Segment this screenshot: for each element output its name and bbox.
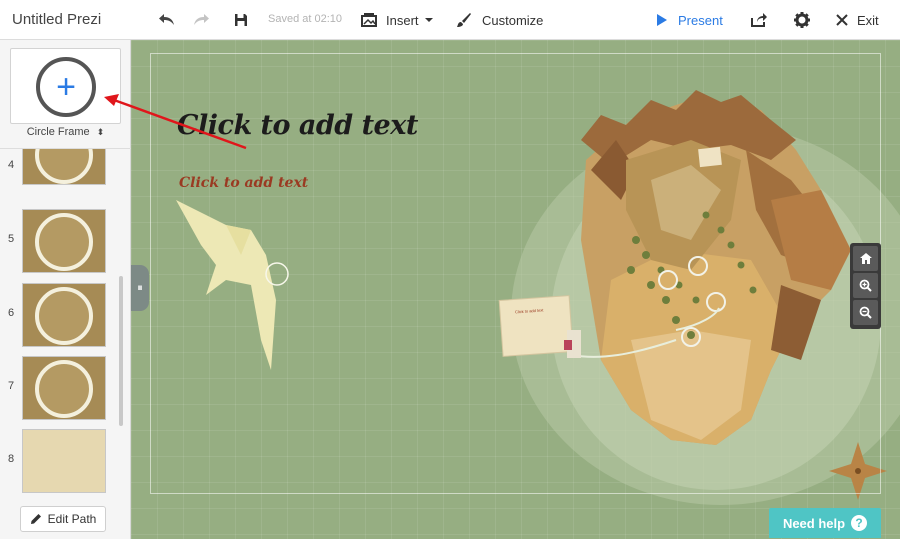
frame-thumbnail[interactable] — [22, 283, 106, 347]
list-item[interactable]: 5 — [0, 209, 120, 275]
question-icon: ? — [851, 515, 868, 531]
home-button[interactable] — [853, 246, 878, 271]
share-icon — [751, 13, 767, 27]
saved-status: Saved at 02:10 — [268, 13, 343, 25]
insert-image-icon — [361, 13, 377, 27]
thumbnail-number: 5 — [8, 233, 15, 245]
frame-thumbnail[interactable] — [22, 429, 106, 493]
thumbnail-number: 6 — [8, 307, 15, 319]
brush-icon — [457, 13, 471, 27]
frame-thumbnail[interactable] — [22, 149, 106, 185]
pencil-icon — [30, 514, 41, 524]
thumbnail-number: 7 — [8, 380, 15, 392]
zoom-out-icon — [859, 306, 872, 319]
thumbnail-number: 4 — [8, 159, 15, 171]
undo-button[interactable] — [158, 10, 176, 30]
need-help-button[interactable]: Need help ? — [769, 508, 881, 538]
zoom-out-button[interactable] — [853, 300, 878, 325]
frame-type-selector[interactable]: Circle Frame ⬍ — [0, 126, 131, 138]
play-icon — [657, 14, 667, 26]
frame-thumbnail[interactable] — [22, 356, 106, 420]
zoom-in-icon — [859, 279, 872, 292]
exit-label: Exit — [857, 12, 879, 28]
present-label: Present — [678, 12, 723, 28]
sidebar-collapse-handle[interactable]: ⏸ — [131, 265, 149, 311]
customize-label: Customize — [482, 12, 544, 28]
present-button[interactable]: Present — [656, 10, 723, 30]
prezi-canvas[interactable]: Click to add text Click to add text Clic… — [131, 40, 900, 539]
need-help-label: Need help — [782, 515, 846, 531]
frame-thumbnail[interactable] — [22, 209, 106, 273]
plus-icon: + — [56, 68, 76, 106]
zoom-in-button[interactable] — [853, 273, 878, 298]
list-item[interactable]: 6 — [0, 283, 120, 349]
frames-sidebar: + Circle Frame ⬍ 4 5 6 7 8 Edit Path — [0, 40, 131, 539]
list-item[interactable]: 8 — [0, 429, 120, 495]
list-item[interactable]: 7 — [0, 356, 120, 422]
list-item[interactable]: 4 — [0, 149, 120, 201]
updown-caret-icon: ⬍ — [96, 127, 105, 137]
edit-path-label: Edit Path — [47, 512, 97, 526]
top-toolbar: Untitled Prezi Saved at 02:10 Insert Cus… — [0, 0, 900, 40]
circle-frame-preview: + — [36, 57, 96, 117]
document-title[interactable]: Untitled Prezi — [12, 11, 101, 28]
redo-icon — [194, 14, 209, 25]
floppy-disk-icon — [235, 14, 247, 26]
home-icon — [859, 253, 872, 264]
save-button[interactable] — [234, 10, 248, 30]
title-placeholder[interactable]: Click to add text — [177, 110, 418, 141]
add-frame-button[interactable]: + — [10, 48, 121, 124]
frame-thumbnail-list[interactable]: 4 5 6 7 8 — [0, 148, 131, 496]
share-button[interactable] — [750, 10, 768, 30]
insert-label: Insert — [386, 12, 419, 28]
caret-down-icon — [424, 18, 433, 22]
exit-button[interactable]: Exit — [836, 10, 879, 30]
close-icon — [836, 14, 848, 26]
undo-icon — [159, 14, 174, 25]
grip-icon: ⏸ — [137, 281, 143, 294]
edit-path-button[interactable]: Edit Path — [20, 506, 106, 532]
redo-button[interactable] — [192, 10, 210, 30]
thumbnail-scrollbar[interactable] — [119, 276, 123, 426]
settings-button[interactable] — [794, 10, 810, 30]
zoom-controls — [850, 243, 881, 329]
insert-menu-button[interactable]: Insert — [360, 10, 434, 30]
subtitle-placeholder[interactable]: Click to add text — [179, 175, 308, 191]
thumbnail-number: 8 — [8, 453, 15, 465]
customize-button[interactable]: Customize — [456, 10, 543, 30]
gear-icon — [794, 12, 810, 28]
frame-type-label: Circle Frame — [26, 126, 90, 138]
